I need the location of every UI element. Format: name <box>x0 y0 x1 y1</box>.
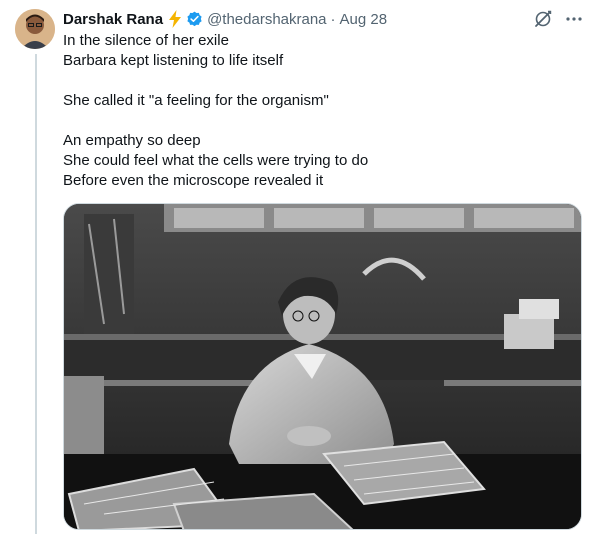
tweet-line: Barbara kept listening to life itself <box>63 52 284 69</box>
thread-line <box>35 54 37 534</box>
tweet-text: In the silence of her exile Barbara kept… <box>63 31 583 191</box>
avatar[interactable] <box>15 9 55 49</box>
lightning-bolt-icon <box>167 10 183 28</box>
tweet-photo[interactable] <box>63 203 582 530</box>
tweet-line: In the silence of her exile <box>63 32 229 49</box>
tweet-line: An empathy so deep <box>63 132 201 149</box>
grok-icon[interactable] <box>533 9 553 29</box>
tweet-date[interactable]: Aug 28 <box>340 11 388 28</box>
author-handle[interactable]: @thedarshakrana <box>207 11 326 28</box>
separator-dot: · <box>330 10 336 28</box>
tweet-line: She could feel what the cells were tryin… <box>63 152 369 169</box>
tweet-actions <box>533 8 583 30</box>
more-icon[interactable] <box>565 10 583 28</box>
tweet-line: She called it "a feeling for the organis… <box>63 92 329 109</box>
tweet-line: Before even the microscope revealed it <box>63 172 324 189</box>
tweet-line <box>63 71 583 91</box>
tweet-body: Darshak Rana @thedarshakrana · Aug 28 In… <box>63 8 583 191</box>
tweet-line <box>63 111 583 131</box>
tweet-header: Darshak Rana @thedarshakrana · Aug 28 <box>63 8 583 30</box>
verified-badge-icon[interactable] <box>186 11 203 28</box>
author-name[interactable]: Darshak Rana <box>63 11 163 28</box>
